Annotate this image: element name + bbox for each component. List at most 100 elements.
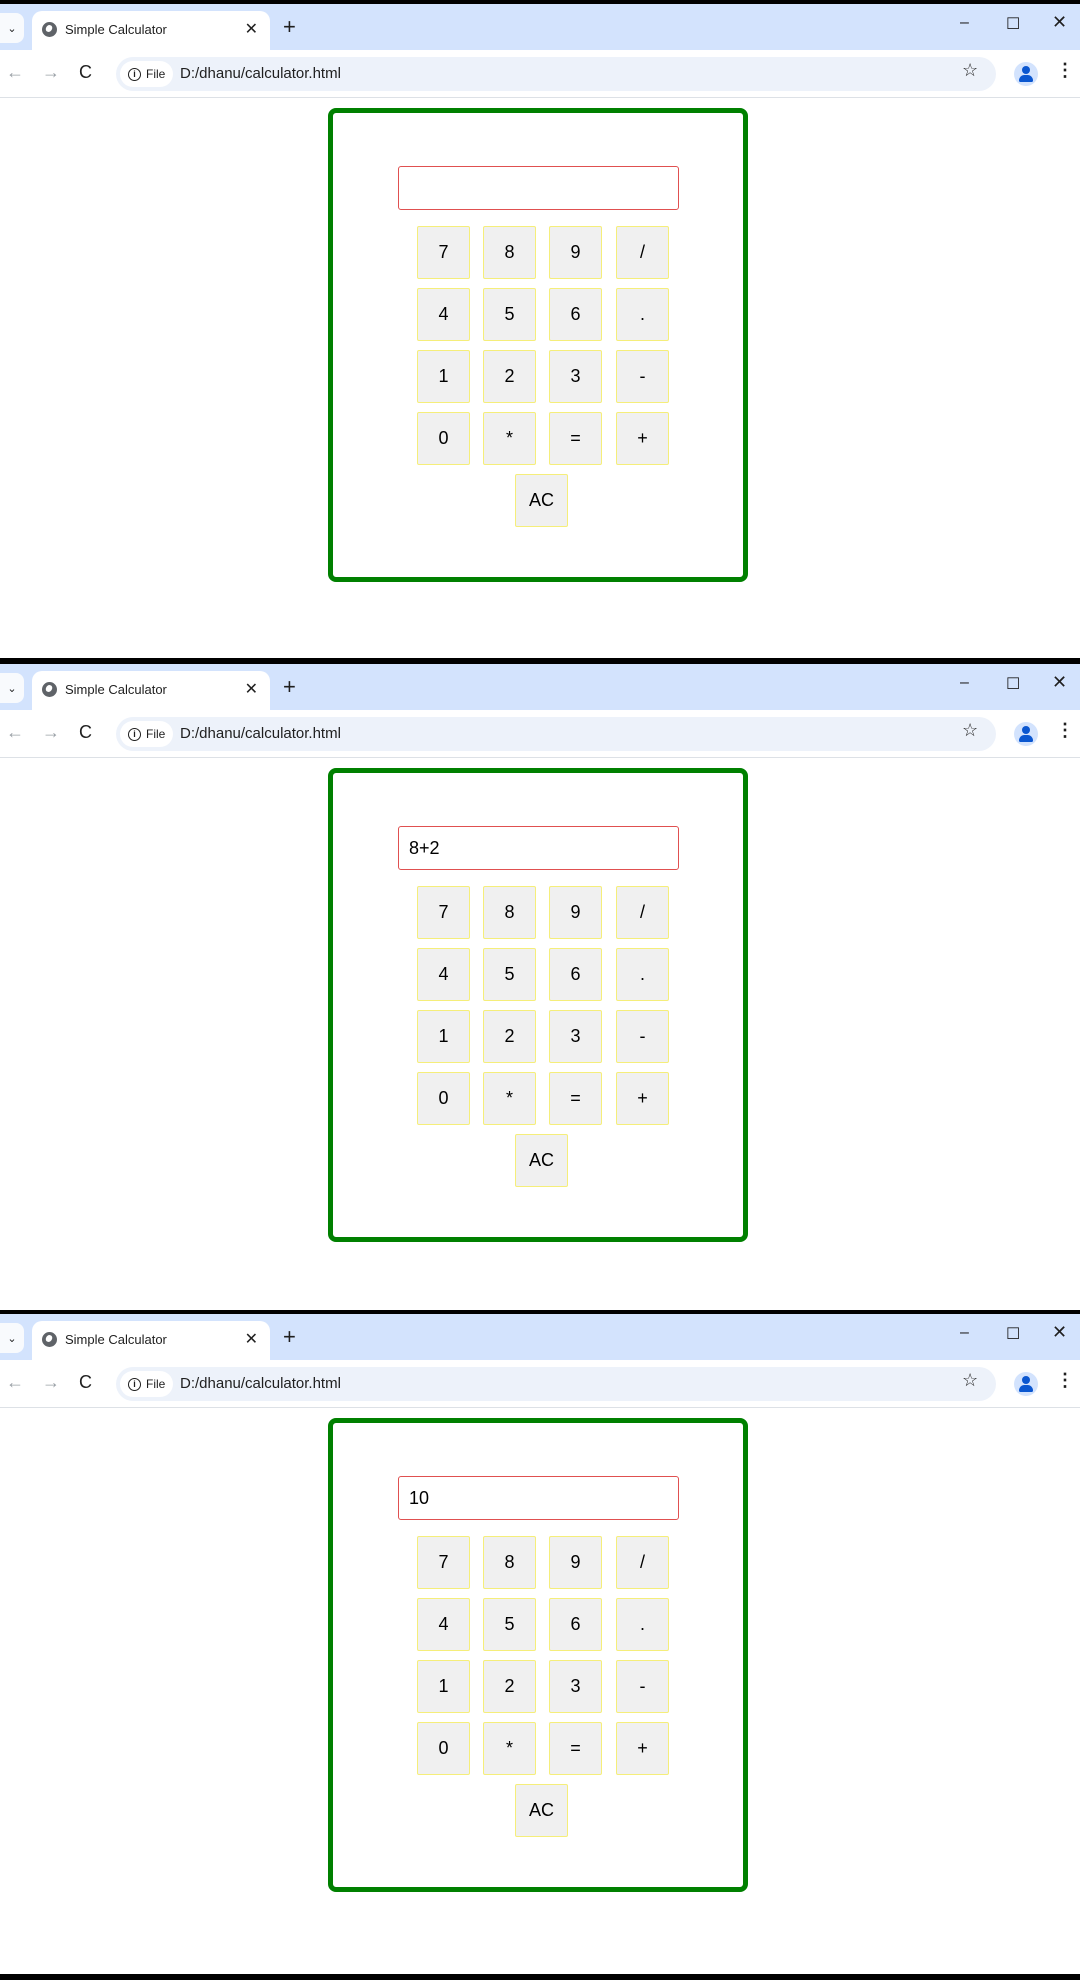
- tab-close-icon[interactable]: ✕: [245, 679, 258, 699]
- back-arrow-icon[interactable]: ←: [6, 62, 24, 83]
- tab-close-icon[interactable]: ✕: [245, 19, 258, 39]
- calculator-key[interactable]: /: [616, 1536, 669, 1589]
- calculator-key[interactable]: +: [616, 1722, 669, 1775]
- calculator-key[interactable]: -: [616, 350, 669, 403]
- calculator-key[interactable]: /: [616, 886, 669, 939]
- calculator-key[interactable]: 3: [549, 1660, 602, 1713]
- site-info-chip[interactable]: i File: [120, 1371, 174, 1397]
- calculator-display[interactable]: 8+2: [398, 826, 679, 870]
- tab-close-icon[interactable]: ✕: [245, 1329, 258, 1349]
- tab-search-button[interactable]: ⌄: [0, 13, 24, 43]
- url-text[interactable]: D:/dhanu/calculator.html: [180, 1375, 341, 1392]
- reload-icon[interactable]: C: [79, 62, 92, 83]
- calculator-key[interactable]: 7: [417, 1536, 470, 1589]
- calculator-key[interactable]: 8: [483, 1536, 536, 1589]
- address-bar[interactable]: i File D:/dhanu/calculator.html: [116, 1367, 996, 1401]
- tab-search-button[interactable]: ⌄: [0, 1323, 24, 1353]
- back-arrow-icon[interactable]: ←: [6, 722, 24, 743]
- forward-arrow-icon[interactable]: →: [42, 1372, 60, 1393]
- new-tab-button[interactable]: +: [283, 674, 296, 700]
- calculator-key[interactable]: =: [549, 1072, 602, 1125]
- calculator-key[interactable]: +: [616, 1072, 669, 1125]
- clear-button[interactable]: AC: [515, 1134, 568, 1187]
- minimize-button[interactable]: –: [960, 1324, 969, 1342]
- calculator-key[interactable]: 0: [417, 1072, 470, 1125]
- browser-menu-icon[interactable]: ⋮: [1056, 60, 1074, 81]
- bookmark-star-icon[interactable]: ☆: [962, 720, 978, 741]
- url-text[interactable]: D:/dhanu/calculator.html: [180, 725, 341, 742]
- calculator-key[interactable]: *: [483, 1072, 536, 1125]
- profile-avatar-icon[interactable]: [1014, 722, 1038, 746]
- reload-icon[interactable]: C: [79, 1372, 92, 1393]
- forward-arrow-icon[interactable]: →: [42, 722, 60, 743]
- close-window-button[interactable]: ✕: [1052, 12, 1067, 33]
- calculator-key[interactable]: =: [549, 412, 602, 465]
- calculator-key[interactable]: -: [616, 1010, 669, 1063]
- calculator-key[interactable]: 2: [483, 1010, 536, 1063]
- calculator-key[interactable]: 8: [483, 226, 536, 279]
- bookmark-star-icon[interactable]: ☆: [962, 60, 978, 81]
- calculator-key[interactable]: *: [483, 412, 536, 465]
- calculator-key[interactable]: /: [616, 226, 669, 279]
- reload-icon[interactable]: C: [79, 722, 92, 743]
- maximize-button[interactable]: ☐: [1006, 1324, 1020, 1344]
- browser-menu-icon[interactable]: ⋮: [1056, 720, 1074, 741]
- calculator-display[interactable]: 10: [398, 1476, 679, 1520]
- maximize-button[interactable]: ☐: [1006, 674, 1020, 694]
- new-tab-button[interactable]: +: [283, 1324, 296, 1350]
- url-text[interactable]: D:/dhanu/calculator.html: [180, 65, 341, 82]
- calculator-key[interactable]: .: [616, 948, 669, 1001]
- calculator-key[interactable]: 7: [417, 226, 470, 279]
- bookmark-star-icon[interactable]: ☆: [962, 1370, 978, 1391]
- calculator-key[interactable]: 6: [549, 1598, 602, 1651]
- calculator-key[interactable]: =: [549, 1722, 602, 1775]
- calculator-key[interactable]: 9: [549, 226, 602, 279]
- minimize-button[interactable]: –: [960, 674, 969, 692]
- calculator-key[interactable]: 4: [417, 1598, 470, 1651]
- browser-tab[interactable]: Simple Calculator ✕: [32, 11, 270, 50]
- close-window-button[interactable]: ✕: [1052, 1322, 1067, 1343]
- calculator-key[interactable]: 5: [483, 288, 536, 341]
- calculator-key[interactable]: 1: [417, 1010, 470, 1063]
- calculator-key[interactable]: .: [616, 1598, 669, 1651]
- new-tab-button[interactable]: +: [283, 14, 296, 40]
- calculator-key[interactable]: 4: [417, 288, 470, 341]
- calculator-key[interactable]: *: [483, 1722, 536, 1775]
- calculator-key[interactable]: .: [616, 288, 669, 341]
- calculator-key[interactable]: 5: [483, 1598, 536, 1651]
- calculator-key[interactable]: 5: [483, 948, 536, 1001]
- calculator-key[interactable]: -: [616, 1660, 669, 1713]
- maximize-button[interactable]: ☐: [1006, 14, 1020, 34]
- clear-button[interactable]: AC: [515, 474, 568, 527]
- forward-arrow-icon[interactable]: →: [42, 62, 60, 83]
- calculator-key[interactable]: 1: [417, 350, 470, 403]
- calculator-key[interactable]: 9: [549, 886, 602, 939]
- browser-tab[interactable]: Simple Calculator ✕: [32, 1321, 270, 1360]
- calculator-key[interactable]: 6: [549, 948, 602, 1001]
- calculator-key[interactable]: 3: [549, 350, 602, 403]
- calculator-key[interactable]: +: [616, 412, 669, 465]
- calculator-key[interactable]: 1: [417, 1660, 470, 1713]
- browser-tab[interactable]: Simple Calculator ✕: [32, 671, 270, 710]
- calculator-display[interactable]: [398, 166, 679, 210]
- calculator-key[interactable]: 3: [549, 1010, 602, 1063]
- calculator-key[interactable]: 2: [483, 350, 536, 403]
- calculator-key[interactable]: 0: [417, 1722, 470, 1775]
- calculator-key[interactable]: 8: [483, 886, 536, 939]
- site-info-chip[interactable]: i File: [120, 61, 174, 87]
- profile-avatar-icon[interactable]: [1014, 62, 1038, 86]
- profile-avatar-icon[interactable]: [1014, 1372, 1038, 1396]
- calculator-key[interactable]: 2: [483, 1660, 536, 1713]
- calculator-key[interactable]: 9: [549, 1536, 602, 1589]
- calculator-key[interactable]: 7: [417, 886, 470, 939]
- calculator-key[interactable]: 6: [549, 288, 602, 341]
- minimize-button[interactable]: –: [960, 14, 969, 32]
- calculator-key[interactable]: 0: [417, 412, 470, 465]
- back-arrow-icon[interactable]: ←: [6, 1372, 24, 1393]
- tab-search-button[interactable]: ⌄: [0, 673, 24, 703]
- browser-menu-icon[interactable]: ⋮: [1056, 1370, 1074, 1391]
- clear-button[interactable]: AC: [515, 1784, 568, 1837]
- site-info-chip[interactable]: i File: [120, 721, 174, 747]
- close-window-button[interactable]: ✕: [1052, 672, 1067, 693]
- address-bar[interactable]: i File D:/dhanu/calculator.html: [116, 717, 996, 751]
